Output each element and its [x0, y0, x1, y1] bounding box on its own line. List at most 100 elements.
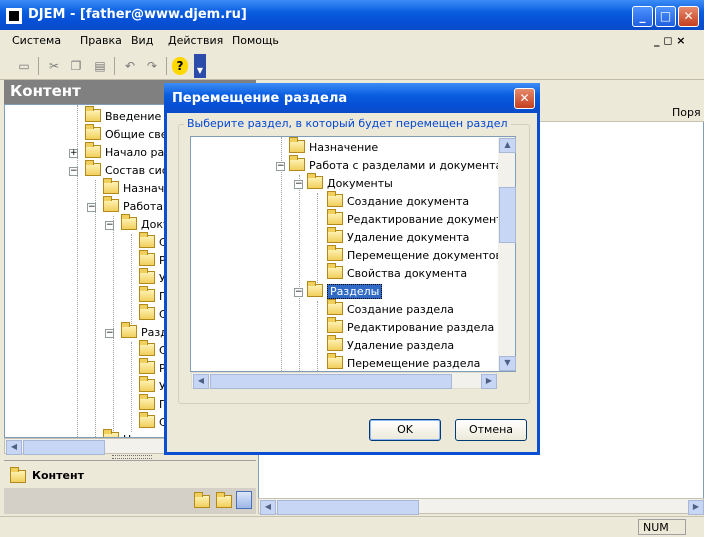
tree-item[interactable]: Свойства документа: [327, 263, 467, 283]
folder-icon: [327, 227, 343, 243]
expand-icon[interactable]: +: [69, 149, 78, 158]
ok-button[interactable]: OK: [369, 419, 441, 441]
tree-item[interactable]: Н: [103, 429, 131, 437]
copy-icon[interactable]: ❐: [66, 57, 86, 75]
main-title-bar: DJEM - [father@www.djem.ru] _ □ ✕: [0, 0, 704, 30]
dialog-horizontal-scrollbar[interactable]: ◀ ▶: [191, 372, 497, 389]
left-bottom-toolbar: [4, 488, 256, 514]
folder-icon: [139, 412, 155, 428]
undo-icon[interactable]: ↶: [120, 57, 140, 75]
scroll-thumb[interactable]: [499, 187, 516, 243]
scroll-right-icon[interactable]: ▶: [688, 500, 704, 515]
tree-item[interactable]: Введение: [85, 106, 161, 126]
menu-view[interactable]: Вид: [131, 34, 153, 47]
tree-item[interactable]: Состав сист: [85, 160, 174, 180]
toolbar: ▭ ✂ ❐ ▤ ↶ ↷ ? ▼: [0, 52, 704, 80]
scroll-left-icon[interactable]: ◀: [260, 500, 276, 515]
folder-icon: [85, 142, 101, 158]
folder-icon: [139, 340, 155, 356]
minimize-button[interactable]: _: [632, 6, 653, 27]
tree-item[interactable]: Перемещение документов: [327, 245, 502, 265]
scroll-down-icon[interactable]: ▼: [499, 356, 516, 371]
maximize-button[interactable]: □: [655, 6, 676, 27]
tree-item[interactable]: Назначение: [289, 137, 378, 157]
menu-actions[interactable]: Действия: [168, 34, 223, 47]
tree-item[interactable]: Создание документа: [327, 191, 469, 211]
folder-icon: [139, 304, 155, 320]
tree-item[interactable]: Общие свед: [85, 124, 175, 144]
tree-item[interactable]: Начало раб: [85, 142, 171, 162]
tree-item-selected[interactable]: Разделы: [307, 281, 383, 301]
dialog-group-label: Выберите раздел, в который будет перемещ…: [184, 117, 511, 130]
dialog-vertical-scrollbar[interactable]: ▲ ▼: [498, 137, 516, 371]
menu-system[interactable]: Система: [12, 34, 61, 47]
tree-item[interactable]: Документы: [307, 173, 393, 193]
scroll-thumb[interactable]: [23, 440, 105, 455]
scroll-left-icon[interactable]: ◀: [6, 440, 22, 455]
tree-item[interactable]: Назначе: [103, 178, 171, 198]
folder-icon: [327, 263, 343, 279]
tree-item[interactable]: Редактирование документа: [327, 209, 509, 229]
paste-icon[interactable]: ▤: [90, 57, 110, 75]
folder-icon: [121, 214, 137, 230]
splitter-grip[interactable]: [112, 455, 152, 459]
recycle-bin-icon[interactable]: [236, 491, 252, 509]
tree-item[interactable]: С: [139, 412, 167, 432]
toolbar-separator: [114, 57, 115, 75]
tree-item[interactable]: Работа с: [103, 196, 173, 216]
collapse-icon[interactable]: −: [294, 180, 303, 189]
close-button[interactable]: ✕: [678, 6, 699, 27]
dropdown-arrow-icon[interactable]: ▼: [194, 54, 206, 78]
app-icon: [6, 8, 22, 24]
tree-item[interactable]: С: [139, 304, 167, 324]
folder-icon: [307, 173, 323, 189]
folder-icon: [289, 155, 305, 171]
folder-icon: [121, 322, 137, 338]
new-document-icon[interactable]: ▭: [14, 57, 34, 75]
dialog-title: Перемещение раздела: [164, 83, 540, 113]
redo-icon[interactable]: ↷: [142, 57, 162, 75]
collapse-icon[interactable]: −: [69, 167, 78, 176]
collapse-icon[interactable]: −: [294, 288, 303, 297]
menu-edit[interactable]: Правка: [80, 34, 122, 47]
collapse-icon[interactable]: −: [105, 329, 114, 338]
scroll-up-icon[interactable]: ▲: [499, 138, 516, 153]
scroll-right-icon[interactable]: ▶: [481, 374, 497, 389]
folder-icon: [327, 209, 343, 225]
menu-help[interactable]: Помощь: [232, 34, 279, 47]
dialog-close-button[interactable]: ✕: [514, 88, 535, 109]
tree-item[interactable]: Удаление документа: [327, 227, 469, 247]
folder-icon: [103, 196, 119, 212]
collapse-icon[interactable]: −: [87, 203, 96, 212]
left-bottom-panel-title[interactable]: Контент: [4, 460, 256, 488]
scroll-thumb[interactable]: [210, 374, 452, 389]
folder-icon: [139, 358, 155, 374]
scroll-thumb[interactable]: [277, 500, 419, 515]
folder-icon: [139, 376, 155, 392]
folder-icon: [327, 317, 343, 333]
cancel-button[interactable]: Отмена: [455, 419, 527, 441]
folder-icon: [85, 124, 101, 140]
folder-icon: [327, 245, 343, 261]
tree-item[interactable]: Работа с разделами и документами: [289, 155, 515, 175]
right-horizontal-scrollbar[interactable]: ◀ ▶: [258, 498, 704, 515]
folder-icon: [327, 299, 343, 315]
tree-item[interactable]: Перемещение раздела: [327, 353, 480, 371]
folder-icon: [139, 394, 155, 410]
column-header-order[interactable]: Поря: [672, 106, 701, 119]
folder-icon: [85, 106, 101, 122]
scroll-left-icon[interactable]: ◀: [193, 374, 209, 389]
folder-properties-icon[interactable]: [216, 492, 232, 508]
new-folder-icon[interactable]: [194, 492, 210, 508]
help-icon[interactable]: ?: [172, 57, 188, 75]
folder-icon: [139, 250, 155, 266]
mdi-controls[interactable]: _ ◻ ×: [654, 34, 686, 47]
cut-icon[interactable]: ✂: [44, 57, 64, 75]
menu-bar: Система Правка Вид Действия Помощь _ ◻ ×: [0, 30, 704, 52]
collapse-icon[interactable]: −: [276, 162, 285, 171]
tree-item[interactable]: Удаление раздела: [327, 335, 454, 355]
folder-icon: [139, 232, 155, 248]
collapse-icon[interactable]: −: [105, 221, 114, 230]
tree-item[interactable]: Создание раздела: [327, 299, 454, 319]
tree-item[interactable]: Редактирование раздела: [327, 317, 494, 337]
